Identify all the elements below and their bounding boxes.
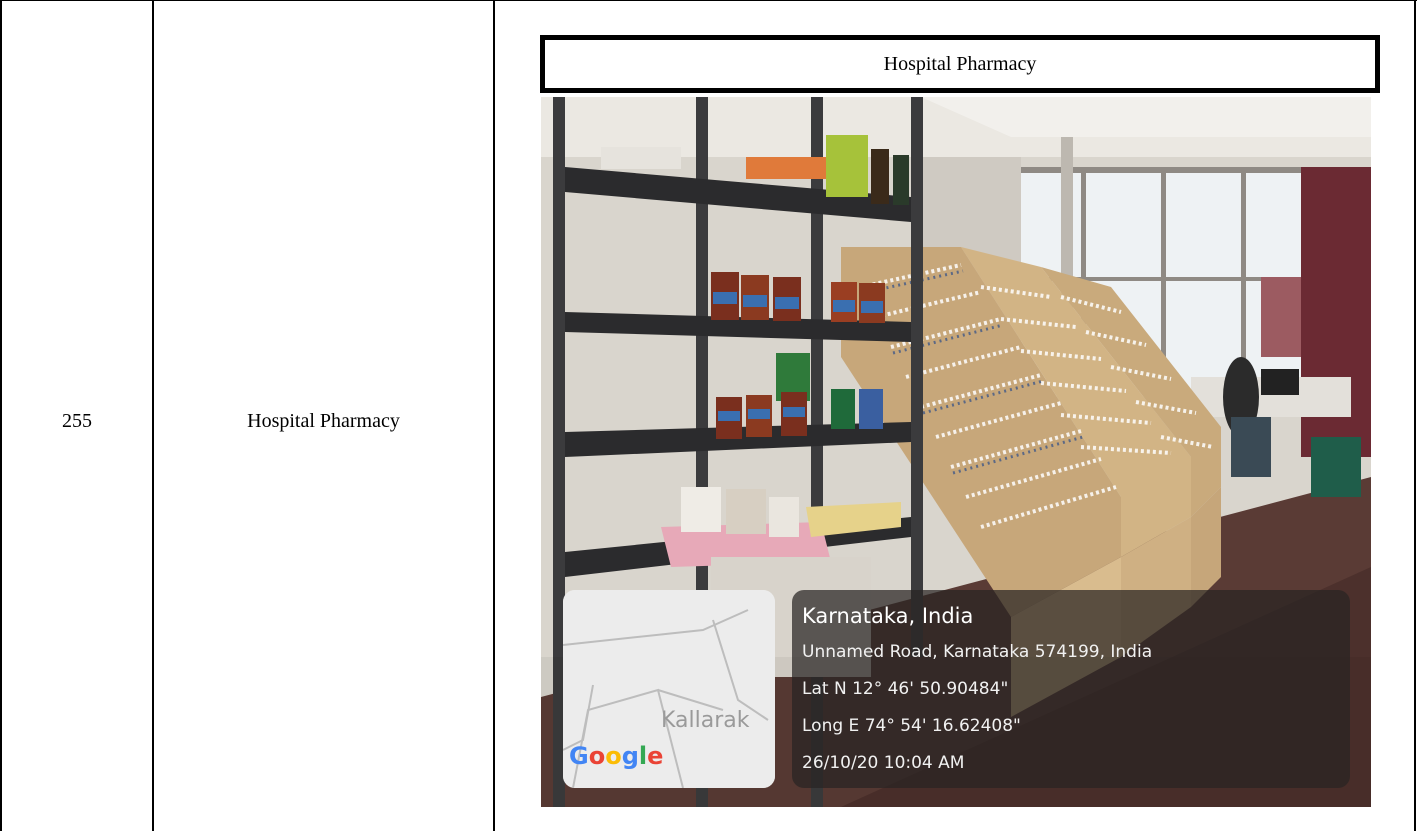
column-divider-2 (493, 0, 495, 831)
photo-caption: Hospital Pharmacy (540, 35, 1380, 93)
table-top-border (0, 0, 1417, 1)
latitude-line: Lat N 12° 46' 50.90484" (802, 679, 1009, 699)
google-logo: Google (569, 742, 664, 770)
longitude-line: Long E 74° 54' 16.62408" (802, 716, 1021, 736)
map-place-label: Kallarak (661, 708, 750, 733)
geotag-info-card: Karnataka, India Unnamed Road, Karnataka… (792, 590, 1350, 788)
facility-name-cell: Hospital Pharmacy (247, 410, 400, 432)
address-line: Unnamed Road, Karnataka 574199, India (802, 642, 1153, 662)
table-right-border (1414, 0, 1416, 831)
location-map: Kallarak Google (563, 590, 775, 788)
serial-number-cell: 255 (62, 410, 92, 432)
timestamp-line: 26/10/20 10:04 AM (802, 753, 965, 773)
location-title: Karnataka, India (802, 604, 974, 628)
